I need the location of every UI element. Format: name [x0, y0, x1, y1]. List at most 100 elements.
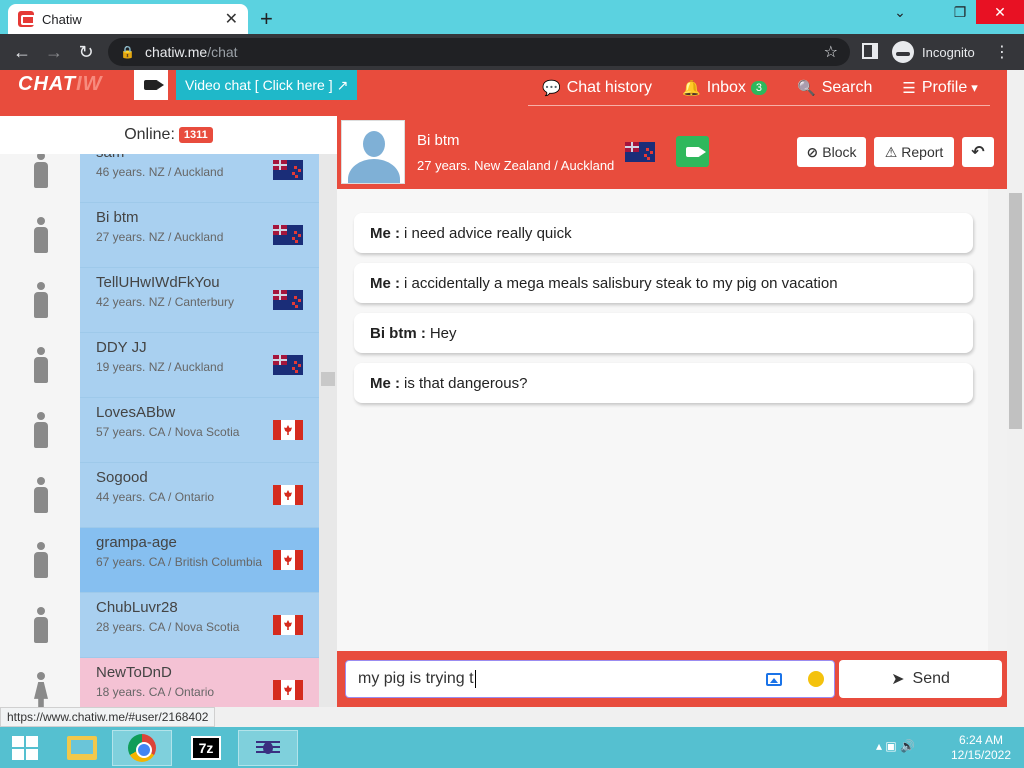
incognito-icon: [892, 41, 914, 63]
ca-flag-icon: [273, 680, 303, 700]
chrome-icon: [128, 734, 156, 762]
nav-chat-history-label: Chat history: [566, 78, 653, 96]
user-list-item[interactable]: DDY JJ 19 years. NZ / Auckland: [80, 333, 319, 398]
report-label: Report: [901, 144, 944, 160]
system-tray[interactable]: ▴ ▣ 🔊: [876, 739, 915, 753]
user-name: Sogood: [96, 469, 148, 486]
bookmark-star-icon[interactable]: ☆: [824, 42, 838, 62]
tab-close-icon[interactable]: ✕: [225, 9, 238, 29]
nav-profile[interactable]: ☰ Profile ▾: [902, 79, 977, 97]
user-list-item[interactable]: sam46 years. NZ / Auckland: [80, 154, 319, 203]
nav-inbox[interactable]: 🔔 Inbox 3: [682, 78, 768, 97]
tray-icons: ▴ ▣ 🔊: [876, 739, 915, 753]
chatiw-logo[interactable]: CHATIW: [18, 73, 103, 96]
report-button[interactable]: ⚠ Report: [874, 137, 954, 167]
user-list-item[interactable]: LovesABbw 57 years. CA / Nova Scotia: [80, 398, 319, 463]
page-scrollbar-top: [1007, 116, 1024, 189]
video-chat-button[interactable]: Video chat [ Click here ] ↗: [176, 70, 358, 100]
emoji-icon[interactable]: [808, 671, 824, 687]
message-scrollbar[interactable]: [988, 189, 1007, 651]
user-name: DDY JJ: [96, 339, 147, 356]
back-button[interactable]: ↶: [962, 137, 994, 167]
external-link-icon: ↗: [336, 76, 349, 93]
chat-message: Bi btm : Hey: [354, 313, 973, 353]
chatiw-favicon-icon: [18, 11, 35, 27]
browser-tab[interactable]: Chatiw ✕: [8, 4, 248, 34]
nav-chat-history[interactable]: 💬 Chat history: [542, 79, 652, 97]
browser-toolbar: ← → ↻ 🔒 chatiw.me/chat ☆ Incognito ⋮: [0, 34, 1024, 70]
url-path: /chat: [207, 44, 238, 60]
windows-taskbar: 7z ▴ ▣ 🔊 6:24 AM 12/15/2022: [0, 727, 1024, 768]
male-user-icon: [34, 412, 48, 448]
message-text: Hey: [429, 324, 457, 342]
nav-search-label: Search: [821, 78, 873, 96]
reload-icon[interactable]: ↻: [70, 42, 102, 63]
user-list-item[interactable]: TellUHwIWdFkYou 42 years. NZ / Canterbury: [80, 268, 319, 333]
user-list-item[interactable]: Sogood 44 years. CA / Ontario: [80, 463, 319, 528]
video-chat-label: Video chat [ Click here ]: [185, 77, 333, 93]
image-upload-icon[interactable]: [766, 673, 782, 686]
user-list-item[interactable]: Bi btm 27 years. NZ / Auckland: [80, 203, 319, 268]
male-user-icon: [34, 282, 48, 318]
video-camera-button[interactable]: [134, 70, 168, 100]
user-list-item[interactable]: ChubLuvr28 28 years. CA / Nova Scotia: [80, 593, 319, 658]
forward-icon[interactable]: →: [38, 42, 70, 63]
message-input[interactable]: my pig is trying t: [345, 660, 835, 698]
horizontal-scrollbar[interactable]: [216, 707, 1024, 727]
user-name: LovesABbw: [96, 404, 176, 421]
block-button[interactable]: ⊘ Block: [797, 137, 866, 167]
taskbar-7zip[interactable]: 7z: [176, 730, 236, 766]
nz-flag-icon: [273, 225, 303, 245]
undo-arrow-icon: ↶: [971, 144, 985, 161]
nav-inbox-label: Inbox: [706, 78, 746, 96]
taskbar-clock[interactable]: 6:24 AM 12/15/2022: [946, 733, 1016, 763]
nav-search[interactable]: 🔍 Search: [797, 79, 872, 97]
user-name: grampa-age: [96, 534, 177, 551]
video-camera-icon: [685, 146, 706, 157]
peer-avatar[interactable]: [341, 120, 405, 184]
nav-profile-label: Profile: [921, 78, 968, 96]
ca-flag-icon: [273, 550, 303, 570]
user-name: ChubLuvr28: [96, 599, 178, 616]
send-label: Send: [912, 670, 950, 687]
start-video-button[interactable]: [676, 136, 709, 167]
user-list-item[interactable]: grampa-age 67 years. CA / British Columbi…: [80, 528, 319, 593]
peer-name: Bi btm: [417, 132, 460, 149]
user-list-scrollbar[interactable]: [319, 154, 337, 707]
message-text: is that dangerous?: [404, 374, 528, 392]
windows-start-icon[interactable]: [12, 736, 38, 760]
ban-icon: ⊘: [806, 143, 819, 160]
nz-flag-icon: [273, 160, 303, 180]
logo-tail: IW: [76, 73, 103, 95]
tab-search-icon[interactable]: ⌄: [880, 0, 920, 24]
window-close-button[interactable]: ✕: [976, 0, 1024, 24]
page-scroll-thumb[interactable]: [1009, 193, 1022, 429]
back-icon[interactable]: ←: [6, 42, 38, 63]
7zip-icon: 7z: [191, 736, 221, 760]
incognito-indicator[interactable]: Incognito: [892, 41, 975, 63]
window-restore-icon[interactable]: ❐: [940, 0, 980, 24]
inbox-count-badge: 3: [750, 80, 768, 95]
user-list-scroll-thumb[interactable]: [321, 372, 335, 386]
search-icon: 🔍: [797, 79, 816, 97]
clock-date: 12/15/2022: [950, 748, 1012, 762]
send-button[interactable]: ➤ Send: [839, 660, 1002, 698]
taskbar-spider-app[interactable]: [238, 730, 298, 766]
taskbar-chrome[interactable]: [112, 730, 172, 766]
message-sender: Me :: [370, 274, 400, 292]
new-tab-button[interactable]: +: [260, 6, 273, 32]
bell-icon: 🔔: [682, 79, 701, 97]
browser-menu-icon[interactable]: ⋮: [994, 42, 1010, 62]
ca-flag-icon: [273, 420, 303, 440]
taskbar-file-explorer[interactable]: [52, 730, 112, 766]
address-bar[interactable]: 🔒 chatiw.me/chat ☆: [108, 38, 850, 66]
male-user-icon: [34, 154, 48, 188]
lock-icon: 🔒: [120, 45, 135, 59]
logo-main: CHAT: [18, 73, 77, 95]
user-list-item[interactable]: NewToDnD 18 years. CA / Ontario: [80, 658, 319, 707]
nz-flag-icon: [625, 142, 655, 162]
side-panel-icon[interactable]: [862, 43, 878, 59]
page-scrollbar[interactable]: [1007, 189, 1024, 707]
nz-flag-icon: [273, 355, 303, 375]
spider-icon: [254, 734, 282, 762]
